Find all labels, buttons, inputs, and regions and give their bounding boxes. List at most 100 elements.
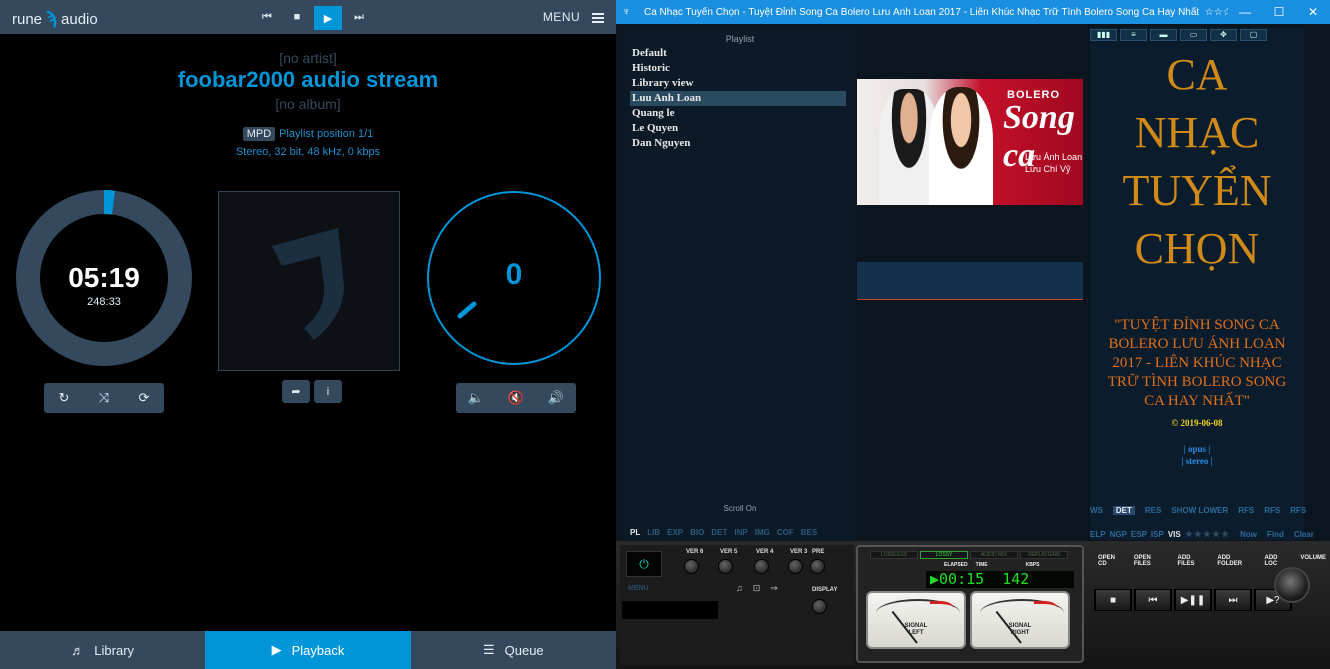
tab-cof[interactable]: COF (777, 528, 794, 537)
playlist-item[interactable]: Library view (630, 76, 846, 91)
next-button[interactable]: ⏭ (346, 6, 372, 28)
view-window-button[interactable]: ▢ (1240, 29, 1267, 41)
view-bars-button[interactable]: ▬ (1150, 29, 1177, 41)
playlist-panel: Playlist Default Historic Library view L… (624, 28, 856, 540)
window-title-bar[interactable]: ♆ Ca Nhạc Tuyển Chọn - Tuyệt Đỉnh Song C… (616, 0, 1330, 24)
minimize-button[interactable]: — (1228, 5, 1262, 19)
tab-bes[interactable]: BES (801, 528, 817, 537)
view-move-button[interactable]: ✥ (1210, 29, 1237, 41)
previous-button[interactable]: ⏮ (254, 6, 280, 28)
meter-right-label: SIGNAL RIGHT (1008, 623, 1032, 636)
tab-rfs[interactable]: RFS (1238, 506, 1254, 515)
info-button[interactable]: i (314, 380, 342, 403)
playlist-item[interactable]: Quang le (630, 106, 846, 121)
scroll-on-label[interactable]: Scroll On (624, 504, 856, 513)
knob-label: VER 5 (720, 549, 738, 555)
tab-queue[interactable]: ☰ Queue (411, 631, 616, 669)
find-button[interactable]: Find (1267, 530, 1284, 539)
playlist-item[interactable]: Le Quyen (630, 121, 846, 136)
rating-stars[interactable]: ★★★★★ (1185, 529, 1230, 540)
ver3-knob[interactable] (788, 559, 803, 574)
vu-meter-right: SIGNAL RIGHT (970, 591, 1070, 649)
playlist-item[interactable]: Dan Nguyen (630, 136, 846, 151)
menu-button[interactable]: MENU (543, 10, 604, 25)
maximize-button[interactable]: ☐ (1262, 5, 1296, 19)
tab-ngp[interactable]: NGP (1110, 530, 1127, 539)
share-button[interactable]: ➦ (282, 380, 310, 403)
deck-play-pause-button[interactable]: ▶❚❚ (1174, 589, 1212, 611)
close-button[interactable]: ✕ (1296, 5, 1330, 19)
single-button[interactable]: ⟳ (124, 383, 164, 413)
pre-knob[interactable] (810, 559, 825, 574)
deck-next-button[interactable]: ⏭ (1214, 589, 1252, 611)
open-cd-button[interactable]: OPEN CD (1098, 555, 1124, 567)
music-note-icon[interactable]: ♫ (736, 583, 743, 594)
meter-panel: LOSSLESS LOSSY AUDIO MIX REPLAYGAIN ELAP… (856, 545, 1084, 663)
mode-indicators: LOSSLESS LOSSY AUDIO MIX REPLAYGAIN (870, 551, 1068, 559)
top-bar: rune ϡ audio ⏮ ■ ▶ ⏭ MENU (0, 0, 616, 34)
volume-up-button[interactable]: 🔊 (536, 383, 576, 413)
tab-det[interactable]: DET (711, 528, 727, 537)
seek-panel[interactable] (857, 262, 1083, 300)
channels-text: | stereo | (1181, 456, 1213, 466)
open-files-button[interactable]: OPEN FILES (1134, 555, 1168, 567)
arrow-right-icon[interactable]: ⇒ (770, 583, 778, 594)
tab-isp[interactable]: ISP (1151, 530, 1164, 539)
deck-previous-button[interactable]: ⏮ (1134, 589, 1172, 611)
deck-menu-button[interactable]: MENU (628, 585, 649, 592)
ver4-knob[interactable] (754, 559, 769, 574)
ver6-knob[interactable] (684, 559, 699, 574)
tab-playback[interactable]: ▶ Playback (205, 631, 411, 669)
skip-back-icon: ⏮ (1135, 589, 1171, 611)
tab-inp[interactable]: INP (734, 528, 747, 537)
tab-res[interactable]: RES (1145, 506, 1161, 515)
knob-label: PRE (812, 549, 825, 555)
volume-down-button[interactable]: 🔈 (456, 383, 496, 413)
tab-img[interactable]: IMG (755, 528, 770, 537)
player-deck: ⏻ VER 6 VER 5 VER 4 VER 3 PRE MENU ♫ ⊡ ⇒… (616, 541, 1330, 669)
album-date: © 2019-06-08 (1171, 418, 1223, 428)
tab-ws[interactable]: WS (1090, 506, 1103, 515)
deck-stop-button[interactable]: ■ (1094, 589, 1132, 611)
play-button[interactable]: ▶ (314, 6, 342, 30)
playlist-item[interactable]: Default (630, 46, 846, 61)
tab-bio[interactable]: BIO (690, 528, 704, 537)
repeat-button[interactable]: ↻ (44, 383, 84, 413)
tab-elp[interactable]: ELP (1090, 530, 1106, 539)
add-folder-button[interactable]: ADD FOLDER (1217, 555, 1254, 567)
hamburger-icon (592, 11, 604, 25)
mode-lossless: LOSSLESS (870, 551, 918, 559)
foobar-app-icon: ♆ (622, 6, 631, 18)
add-files-button[interactable]: ADD FILES (1177, 555, 1207, 567)
tab-lib[interactable]: LIB (647, 528, 660, 537)
tab-exp[interactable]: EXP (667, 528, 683, 537)
stop-button[interactable]: ■ (284, 6, 310, 28)
ver5-knob[interactable] (718, 559, 733, 574)
playlist-item-selected[interactable]: Luu Anh Loan (630, 91, 846, 106)
now-button[interactable]: Now (1240, 530, 1257, 539)
play-icon: ▶ (323, 12, 333, 25)
tag-icon[interactable]: ⊡ (753, 583, 761, 594)
view-grid-button[interactable]: ▮▮▮ (1090, 29, 1117, 41)
tab-vis[interactable]: VIS (1168, 530, 1181, 539)
tab-rfs[interactable]: RFS (1290, 506, 1306, 515)
rune-logo[interactable]: rune ϡ audio (12, 8, 98, 29)
tab-rfs[interactable]: RFS (1264, 506, 1280, 515)
view-text-button[interactable]: ▭ (1180, 29, 1207, 41)
volume-dial[interactable] (1274, 567, 1310, 603)
display-knob[interactable] (812, 599, 827, 614)
shuffle-button[interactable]: ⤨ (84, 383, 124, 413)
tab-esp[interactable]: ESP (1131, 530, 1147, 539)
add-location-button[interactable]: ADD LOC (1265, 555, 1291, 567)
power-button[interactable]: ⏻ (626, 551, 662, 577)
playlist-item[interactable]: Historic (630, 61, 846, 76)
lcd-label-elapsed: ELAPSED (944, 562, 968, 568)
tab-library[interactable]: ♬ Library (0, 631, 205, 669)
tab-show-lower[interactable]: SHOW LOWER (1171, 506, 1228, 515)
mute-button[interactable]: 🔇 (496, 383, 536, 413)
tab-det-right[interactable]: DET (1112, 506, 1135, 515)
playlist-header: Playlist (725, 34, 755, 44)
view-list-button[interactable]: ≡ (1120, 29, 1147, 41)
clear-button[interactable]: Clear (1294, 530, 1314, 539)
tab-pl[interactable]: PL (630, 528, 640, 537)
